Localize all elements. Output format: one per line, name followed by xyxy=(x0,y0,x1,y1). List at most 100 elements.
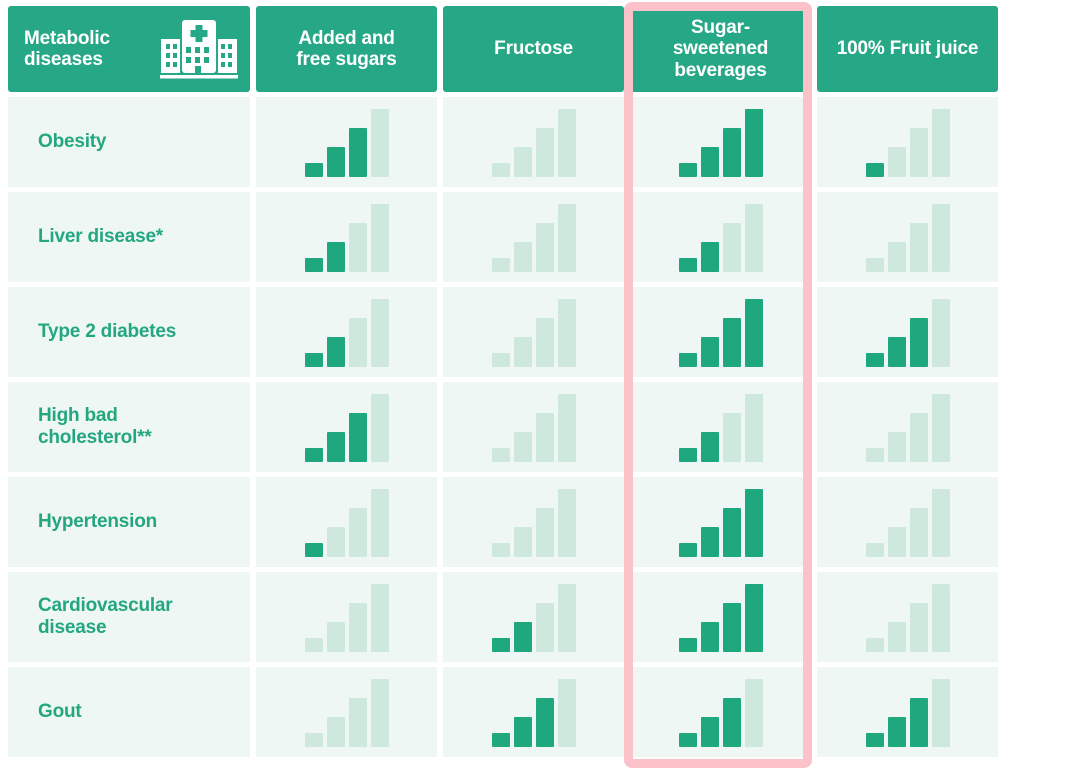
bar-level-1-empty xyxy=(491,353,510,367)
mini-bar-chart xyxy=(678,297,763,367)
bar-level-2-filled xyxy=(700,432,719,462)
bar-level-1-filled xyxy=(678,638,697,652)
mini-bar-chart xyxy=(865,297,950,367)
row-label-cell-high-bad-cholesterol: High bad cholesterol** xyxy=(8,382,250,472)
evidence-cell-type-2-diabetes-sugar-sweetened-beverages xyxy=(630,287,811,377)
evidence-cell-liver-disease-added-and-free-sugars xyxy=(256,192,437,282)
evidence-cell-type-2-diabetes-added-and-free-sugars xyxy=(256,287,437,377)
mini-bar-chart xyxy=(304,297,389,367)
bar-level-4-empty xyxy=(557,109,576,177)
bar-level-1-filled xyxy=(865,353,884,367)
mini-bar-chart xyxy=(304,487,389,557)
bar-level-1-filled xyxy=(304,163,323,177)
mini-bar-chart xyxy=(491,677,576,747)
bar-level-2-filled xyxy=(887,337,906,367)
bar-level-2-filled xyxy=(326,147,345,177)
bar-level-3-empty xyxy=(909,128,928,177)
bar-level-2-empty xyxy=(326,622,345,652)
bar-level-4-filled xyxy=(744,299,763,367)
evidence-cell-gout-100-fruit-juice xyxy=(817,667,998,757)
bar-level-2-empty xyxy=(887,147,906,177)
evidence-cell-liver-disease-sugar-sweetened-beverages xyxy=(630,192,811,282)
bar-level-2-empty xyxy=(887,622,906,652)
bar-level-2-filled xyxy=(700,242,719,272)
bar-level-2-filled xyxy=(513,622,532,652)
evidence-cell-hypertension-sugar-sweetened-beverages xyxy=(630,477,811,567)
row-label-cell-type-2-diabetes: Type 2 diabetes xyxy=(8,287,250,377)
bar-level-4-empty xyxy=(744,394,763,462)
bar-level-4-empty xyxy=(370,204,389,272)
bar-level-2-filled xyxy=(887,717,906,747)
mini-bar-chart xyxy=(304,582,389,652)
bar-level-2-empty xyxy=(887,242,906,272)
evidence-cell-cardiovascular-disease-added-and-free-sugars xyxy=(256,572,437,662)
header-title-fructose: Fructose xyxy=(494,38,573,60)
evidence-cell-cardiovascular-disease-sugar-sweetened-beverages xyxy=(630,572,811,662)
bar-level-2-empty xyxy=(513,527,532,557)
evidence-cell-hypertension-100-fruit-juice xyxy=(817,477,998,567)
header-title-added-and-free-sugars: Added and free sugars xyxy=(296,27,397,70)
evidence-cell-high-bad-cholesterol-fructose xyxy=(443,382,624,472)
evidence-cell-hypertension-fructose xyxy=(443,477,624,567)
mini-bar-chart xyxy=(304,392,389,462)
bar-level-3-filled xyxy=(909,698,928,747)
bar-level-1-empty xyxy=(491,543,510,557)
bar-level-3-empty xyxy=(535,318,554,367)
mini-bar-chart xyxy=(865,487,950,557)
bar-level-3-filled xyxy=(722,698,741,747)
bar-level-4-empty xyxy=(370,584,389,652)
bar-level-4-empty xyxy=(370,299,389,367)
bar-level-1-filled xyxy=(678,258,697,272)
bar-level-2-empty xyxy=(513,147,532,177)
bar-level-3-empty xyxy=(348,223,367,272)
bar-level-2-filled xyxy=(700,527,719,557)
bar-level-4-empty xyxy=(557,394,576,462)
header-cell-added-and-free-sugars: Added and free sugars xyxy=(256,6,437,92)
mini-bar-chart xyxy=(865,582,950,652)
evidence-cell-type-2-diabetes-100-fruit-juice xyxy=(817,287,998,377)
mini-bar-chart xyxy=(491,107,576,177)
bar-level-1-filled xyxy=(678,543,697,557)
evidence-cell-high-bad-cholesterol-sugar-sweetened-beverages xyxy=(630,382,811,472)
evidence-cell-liver-disease-100-fruit-juice xyxy=(817,192,998,282)
mini-bar-chart xyxy=(678,107,763,177)
mini-bar-chart xyxy=(491,487,576,557)
bar-level-4-filled xyxy=(744,584,763,652)
evidence-cell-obesity-added-and-free-sugars xyxy=(256,97,437,187)
bar-level-4-empty xyxy=(370,679,389,747)
bar-level-4-empty xyxy=(744,204,763,272)
bar-level-1-empty xyxy=(304,638,323,652)
bar-level-4-empty xyxy=(931,584,950,652)
mini-bar-chart xyxy=(678,392,763,462)
bar-level-1-empty xyxy=(865,543,884,557)
evidence-cell-high-bad-cholesterol-added-and-free-sugars xyxy=(256,382,437,472)
bar-level-3-filled xyxy=(722,318,741,367)
bar-level-4-empty xyxy=(557,679,576,747)
bar-level-2-empty xyxy=(326,527,345,557)
bar-level-2-empty xyxy=(513,242,532,272)
bar-level-1-empty xyxy=(865,448,884,462)
infographic-table: Metabolic diseases Added and free sugars… xyxy=(0,0,1081,774)
header-title-metabolic-diseases: Metabolic diseases xyxy=(24,27,110,70)
bar-level-1-empty xyxy=(491,163,510,177)
bar-level-1-filled xyxy=(678,163,697,177)
evidence-cell-obesity-sugar-sweetened-beverages xyxy=(630,97,811,187)
bar-level-3-empty xyxy=(348,318,367,367)
bar-level-3-empty xyxy=(348,603,367,652)
bar-level-4-empty xyxy=(931,679,950,747)
bar-level-3-empty xyxy=(535,128,554,177)
bar-level-3-empty xyxy=(722,223,741,272)
bar-level-3-filled xyxy=(909,318,928,367)
evidence-cell-hypertension-added-and-free-sugars xyxy=(256,477,437,567)
bar-level-3-filled xyxy=(535,698,554,747)
header-cell-metabolic-diseases: Metabolic diseases xyxy=(8,6,250,92)
evidence-cell-liver-disease-fructose xyxy=(443,192,624,282)
header-cell-fructose: Fructose xyxy=(443,6,624,92)
bar-level-1-filled xyxy=(491,733,510,747)
bar-level-2-empty xyxy=(513,337,532,367)
mini-bar-chart xyxy=(678,677,763,747)
mini-bar-chart xyxy=(678,202,763,272)
bar-level-1-filled xyxy=(304,543,323,557)
mini-bar-chart xyxy=(304,107,389,177)
bar-level-2-filled xyxy=(326,432,345,462)
